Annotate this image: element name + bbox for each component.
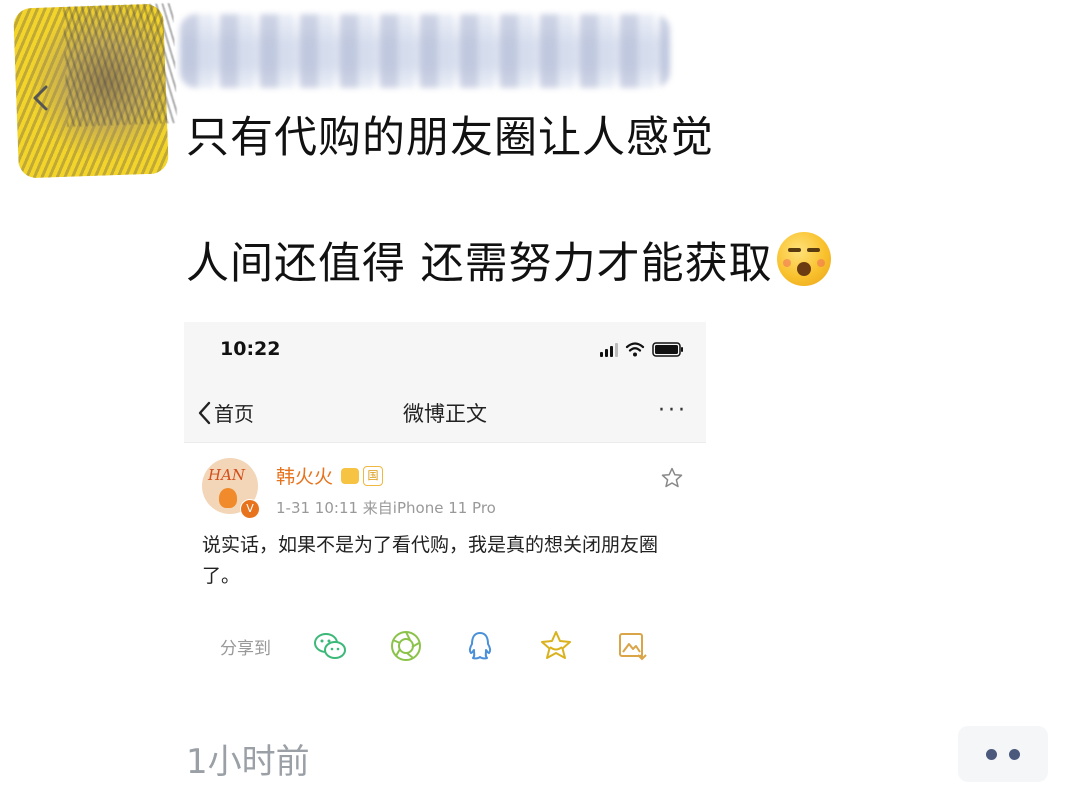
- post-meta: 1-31 10:11 来自iPhone 11 Pro: [276, 499, 496, 517]
- post-text-line-2-text: 人间还值得 还需努力才能获取: [186, 239, 773, 289]
- wechat-icon[interactable]: [312, 628, 348, 664]
- more-dot: [986, 749, 997, 760]
- moments-icon[interactable]: [388, 628, 424, 664]
- status-icons: [600, 341, 684, 357]
- redacted-name: [180, 14, 670, 88]
- post-text-line-2: 人间还值得 还需努力才能获取: [186, 232, 831, 290]
- author-avatar-text: HAN: [208, 466, 246, 484]
- status-bar: 10:22: [184, 322, 706, 378]
- weibo-body-text: 说实话，如果不是为了看代购，我是真的想关闭朋友圈了。: [202, 534, 659, 587]
- post-timestamp: 1小时前: [186, 742, 310, 782]
- nav-title: 微博正文: [403, 402, 487, 426]
- embedded-screenshot[interactable]: 10:22 首页 微博正文 ··· HAN V 韩火火 国 1-31 10:11…: [184, 322, 706, 698]
- share-row: 分享到: [184, 622, 706, 672]
- sleepy-emoji-icon: [776, 232, 831, 286]
- more-actions-button[interactable]: [958, 726, 1048, 782]
- avatar-scribble: [63, 3, 178, 127]
- wifi-icon: [625, 342, 645, 357]
- more-options-button[interactable]: ···: [658, 398, 688, 423]
- favorite-star-icon[interactable]: [538, 628, 574, 664]
- qq-icon[interactable]: [462, 628, 498, 664]
- status-time: 10:22: [220, 338, 281, 360]
- post-text-line-1: 只有代购的朋友圈让人感觉: [186, 113, 714, 163]
- flame-icon: [219, 488, 237, 508]
- back-chevron-icon[interactable]: [30, 84, 52, 112]
- signal-icon: [600, 343, 618, 357]
- author-name[interactable]: 韩火火: [276, 462, 333, 489]
- verified-badge-icon: V: [240, 499, 260, 519]
- more-dot: [1009, 749, 1020, 760]
- share-label: 分享到: [220, 639, 271, 659]
- save-image-icon[interactable]: [614, 628, 650, 664]
- nav-bar: 首页 微博正文 ···: [184, 378, 706, 443]
- favorite-star-icon[interactable]: [660, 466, 684, 490]
- battery-icon: [652, 342, 683, 357]
- guo-badge-icon: 国: [363, 466, 383, 486]
- crown-badge-icon: [341, 468, 359, 484]
